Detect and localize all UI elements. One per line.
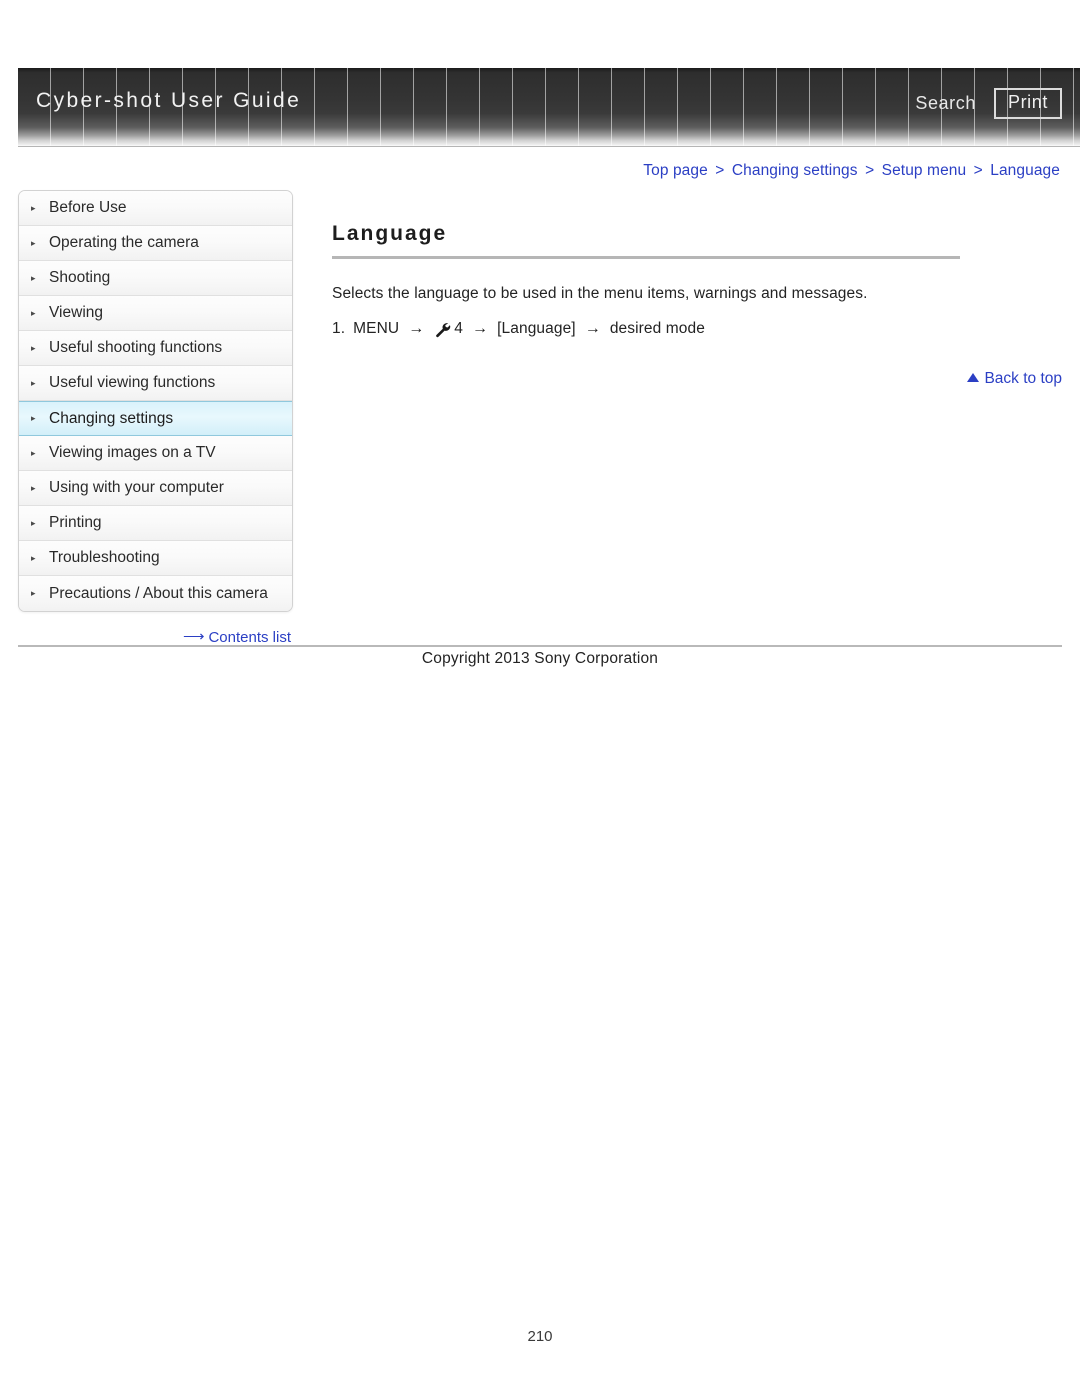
wrench-icon [433, 321, 452, 338]
breadcrumb-item-setup-menu[interactable]: Setup menu [882, 162, 967, 179]
arrow-icon: → [584, 320, 601, 337]
sidebar-item-label: Viewing images on a TV [49, 444, 216, 461]
sidebar-item-using-with-your-computer[interactable]: ▸ Using with your computer [19, 471, 292, 506]
sidebar-item-operating-the-camera[interactable]: ▸ Operating the camera [19, 226, 292, 261]
title-divider [332, 256, 960, 259]
sidebar-item-label: Useful viewing functions [49, 374, 216, 391]
app-title: Cyber-shot User Guide [36, 89, 302, 112]
sidebar-item-label: Viewing [49, 304, 104, 321]
sidebar-item-viewing-images-on-a-tv[interactable]: ▸ Viewing images on a TV [19, 436, 292, 471]
triangle-right-icon: ▸ [31, 237, 36, 248]
sidebar-item-troubleshooting[interactable]: ▸ Troubleshooting [19, 541, 292, 576]
copyright-text: Copyright 2013 Sony Corporation [421, 650, 659, 667]
triangle-right-icon: ▸ [31, 413, 36, 423]
arrow-icon: → [472, 320, 489, 337]
sidebar-item-label: Using with your computer [49, 479, 224, 496]
menu-item-bracket: [Language] [497, 320, 576, 337]
breadcrumb-item-changing-settings[interactable]: Changing settings [732, 162, 858, 179]
triangle-right-icon: ▸ [31, 588, 36, 598]
back-to-top-row: Back to top [332, 370, 1062, 388]
breadcrumb-separator: > [715, 162, 725, 179]
sidebar-item-before-use[interactable]: ▸ Before Use [19, 191, 292, 226]
back-to-top-link[interactable]: Back to top [967, 370, 1062, 387]
menu-number: 4 [454, 320, 464, 337]
page-title: Language [332, 222, 448, 245]
breadcrumb-item-top-page[interactable]: Top page [643, 162, 708, 179]
sidebar-item-label: Printing [49, 514, 102, 531]
triangle-right-icon: ▸ [31, 342, 36, 353]
triangle-right-icon: ▸ [31, 307, 36, 318]
arrow-right-icon: ⟶ [182, 628, 205, 645]
triangle-right-icon: ▸ [31, 517, 36, 528]
print-button[interactable]: Print [993, 88, 1062, 119]
contents-list-link[interactable]: ⟶ Contents list [183, 628, 291, 646]
triangle-right-icon: ▸ [31, 202, 36, 213]
header-banner: Cyber-shot User Guide Search Print [18, 68, 1080, 147]
sidebar-nav: ▸ Before Use ▸ Operating the camera ▸ Sh… [18, 190, 293, 612]
sidebar-item-label: Troubleshooting [49, 549, 160, 566]
header-actions: Search Print [915, 88, 1062, 119]
arrow-icon: → [408, 320, 425, 337]
sidebar-item-useful-shooting-functions[interactable]: ▸ Useful shooting functions [19, 331, 292, 366]
triangle-up-icon [967, 373, 980, 382]
contents-list-row: ⟶ Contents list [18, 628, 291, 646]
sidebar-item-label: Shooting [49, 269, 111, 286]
triangle-right-icon: ▸ [31, 482, 36, 493]
page-number: 210 [527, 1328, 553, 1345]
sidebar-item-useful-viewing-functions[interactable]: ▸ Useful viewing functions [19, 366, 292, 401]
sidebar-item-label: Useful shooting functions [49, 339, 223, 356]
breadcrumb-separator: > [973, 162, 983, 179]
search-button[interactable]: Search [915, 93, 976, 114]
procedure-step: 1. MENU → 4 → [Language] → desired mode [332, 320, 1062, 338]
step-number: 1. [332, 320, 346, 337]
triangle-right-icon: ▸ [31, 272, 36, 283]
back-to-top-label: Back to top [984, 370, 1062, 387]
step-result: desired mode [609, 320, 705, 337]
main-content: Language Selects the language to be used… [332, 222, 1062, 338]
sidebar-item-printing[interactable]: ▸ Printing [19, 506, 292, 541]
sidebar-item-label: Operating the camera [49, 234, 199, 251]
triangle-right-icon: ▸ [31, 447, 36, 458]
breadcrumb-separator: > [865, 162, 875, 179]
sidebar-item-precautions-about-this-camera[interactable]: ▸ Precautions / About this camera [19, 576, 292, 611]
sidebar-item-changing-settings[interactable]: ▸ Changing settings [19, 401, 292, 436]
breadcrumb-item-language[interactable]: Language [990, 162, 1060, 179]
sidebar-item-label: Before Use [49, 199, 127, 216]
menu-label: MENU [353, 320, 400, 337]
sidebar-item-label: Changing settings [49, 409, 174, 427]
sidebar-item-viewing[interactable]: ▸ Viewing [19, 296, 292, 331]
sidebar-item-shooting[interactable]: ▸ Shooting [19, 261, 292, 296]
breadcrumb: Top page > Changing settings > Setup men… [643, 162, 1060, 180]
sidebar-item-label: Precautions / About this camera [49, 584, 268, 602]
contents-list-label: Contents list [208, 629, 291, 646]
page-description: Selects the language to be used in the m… [332, 285, 868, 302]
triangle-right-icon: ▸ [31, 377, 36, 388]
triangle-right-icon: ▸ [31, 552, 36, 563]
footer-divider [18, 645, 1062, 647]
